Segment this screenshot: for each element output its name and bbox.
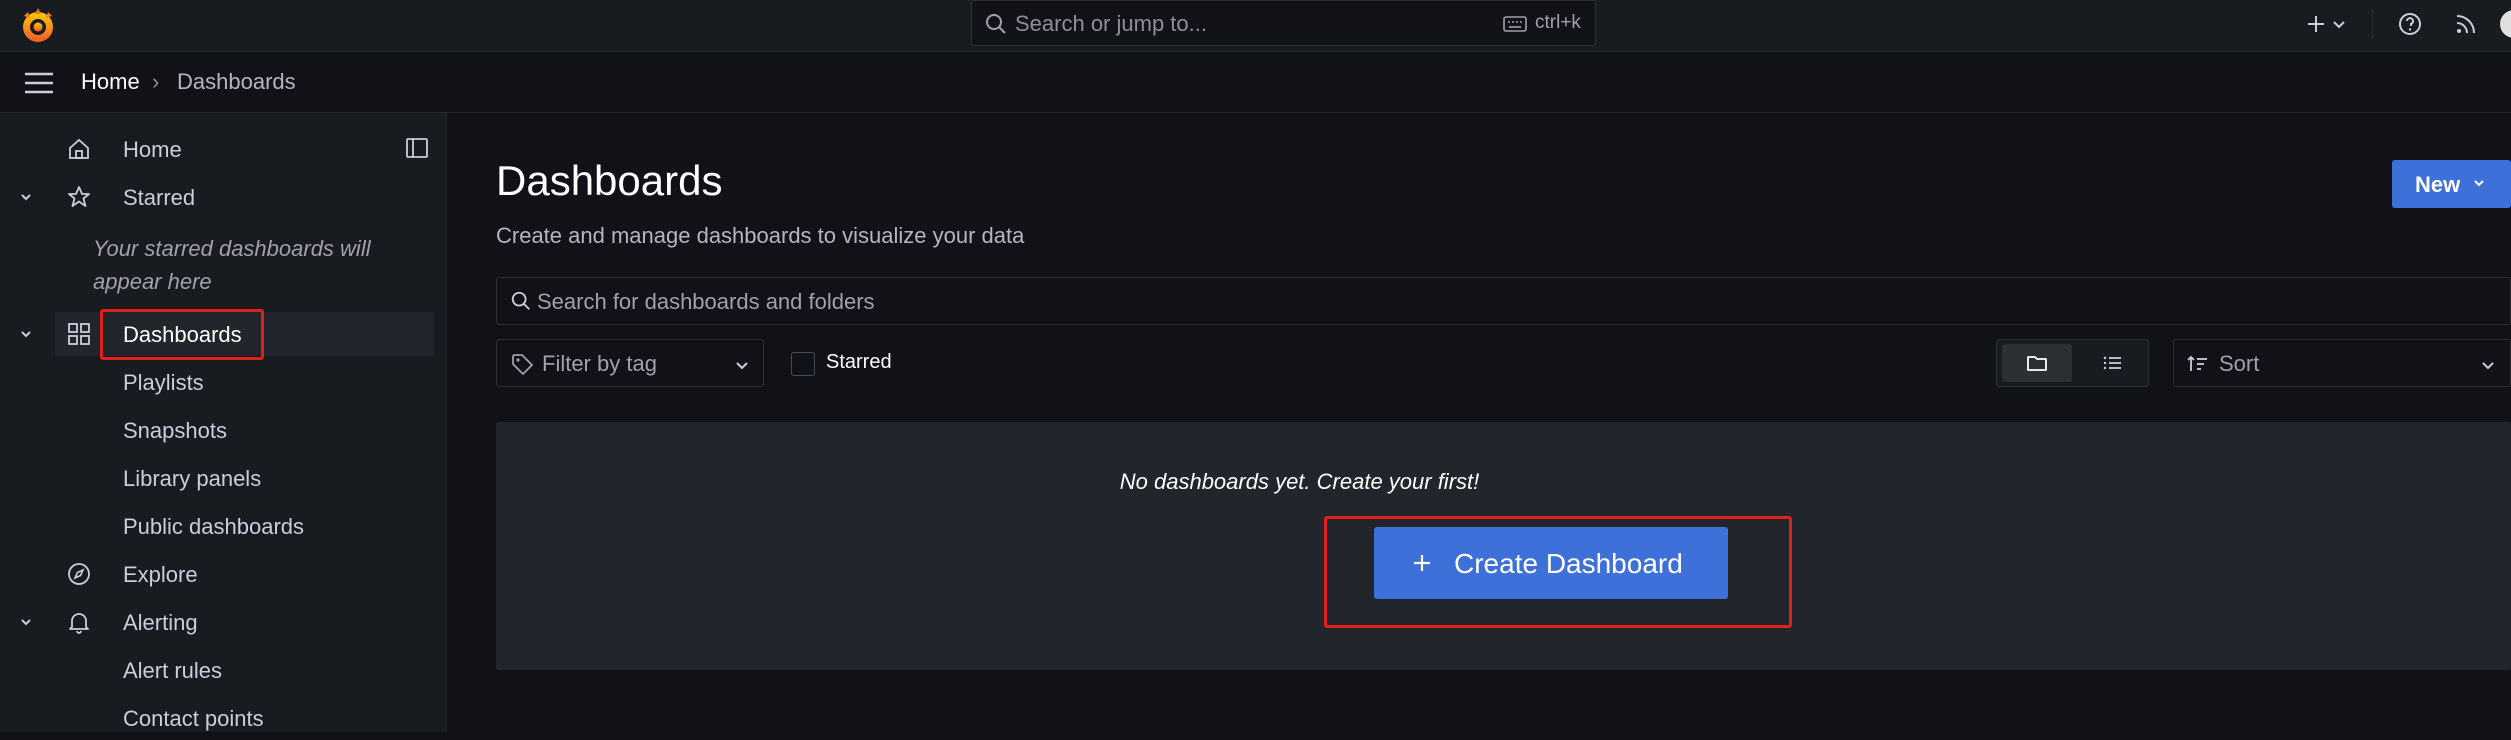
folder-icon xyxy=(2027,356,2047,371)
sidebar-item-label: Explore xyxy=(123,562,198,587)
dashboard-search-placeholder: Search for dashboards and folders xyxy=(537,289,875,314)
search-icon xyxy=(986,14,1006,34)
list-icon xyxy=(2103,356,2121,370)
highlight-box-create xyxy=(1324,516,1792,628)
sidebar-item-label: Starred xyxy=(123,185,196,210)
sidebar-item-label: Alerting xyxy=(123,610,198,635)
help-icon[interactable] xyxy=(2394,8,2426,40)
page-subtitle: Create and manage dashboards to visualiz… xyxy=(496,223,1025,248)
dashboard-search-input[interactable]: Search for dashboards and folders xyxy=(496,277,2511,325)
breadcrumb-bar: Home › Dashboards xyxy=(0,52,2511,113)
empty-state-message: No dashboards yet. Create your first! xyxy=(1119,469,1480,494)
sidebar-item-contact-points[interactable]: Contact points xyxy=(0,696,447,740)
chevron-down-icon xyxy=(2474,180,2484,187)
sidebar-item-label: Alert rules xyxy=(123,658,223,683)
starred-checkbox-label[interactable]: Starred xyxy=(826,351,892,374)
list-view-button[interactable] xyxy=(2082,344,2142,382)
breadcrumb-current: Dashboards xyxy=(177,69,296,94)
compass-icon xyxy=(68,563,90,585)
avatar[interactable] xyxy=(2500,10,2511,38)
global-search-placeholder: Search or jump to... xyxy=(1015,11,1207,36)
apps-icon xyxy=(68,323,90,345)
bell-icon xyxy=(69,613,89,634)
view-toggle xyxy=(1996,339,2149,387)
sort-label: Sort xyxy=(2219,351,2260,376)
rss-icon[interactable] xyxy=(2450,8,2482,40)
grafana-logo-icon[interactable] xyxy=(16,4,60,48)
sidebar-item-alerting[interactable]: Alerting xyxy=(0,600,447,644)
sidebar-item-label: Contact points xyxy=(123,706,264,731)
main-content: Dashboards Create and manage dashboards … xyxy=(448,113,2511,732)
sort-select[interactable]: Sort xyxy=(2173,339,2511,387)
sort-icon xyxy=(2187,355,2207,371)
chevron-down-icon[interactable] xyxy=(17,188,35,206)
sidebar: Home Starred Your starred dashboards wil… xyxy=(0,113,447,732)
home-icon xyxy=(69,138,89,159)
sidebar-item-explore[interactable]: Explore xyxy=(0,552,447,596)
new-button-label: New xyxy=(2415,172,2461,197)
new-button[interactable]: New xyxy=(2392,160,2511,208)
tag-icon xyxy=(512,354,533,375)
sidebar-item-public-dashboards[interactable]: Public dashboards xyxy=(0,504,447,548)
menu-icon[interactable] xyxy=(23,70,55,96)
chevron-down-icon xyxy=(736,362,748,370)
chevron-down-icon[interactable] xyxy=(2330,8,2348,40)
sidebar-item-dashboards-toggle[interactable] xyxy=(0,312,55,356)
sidebar-item-home[interactable]: Home xyxy=(0,127,447,171)
page-title: Dashboards xyxy=(496,157,723,204)
breadcrumb-home[interactable]: Home xyxy=(81,69,140,95)
sidebar-item-starred[interactable]: Starred xyxy=(0,175,447,219)
sidebar-item-label: Library panels xyxy=(123,466,262,491)
search-shortcut: ctrl+k xyxy=(1535,12,1581,33)
starred-empty-message: Your starred dashboards will appear here xyxy=(93,236,371,294)
empty-state-panel: No dashboards yet. Create your first! Cr… xyxy=(496,422,2511,670)
sidebar-item-playlists[interactable]: Playlists xyxy=(0,360,447,404)
top-bar: Search or jump to... ctrl+k xyxy=(0,0,2511,52)
sidebar-item-label: Snapshots xyxy=(123,418,227,443)
chevron-down-icon xyxy=(2482,362,2494,370)
sidebar-item-label: Public dashboards xyxy=(123,514,305,539)
sidebar-item-snapshots[interactable]: Snapshots xyxy=(0,408,447,452)
global-search-input[interactable]: Search or jump to... ctrl+k xyxy=(971,0,1596,46)
starred-checkbox[interactable] xyxy=(791,352,815,376)
highlight-box-dashboards xyxy=(100,309,264,360)
keyboard-icon xyxy=(1503,16,1527,32)
search-icon xyxy=(511,291,530,310)
tag-filter-select[interactable]: Filter by tag xyxy=(496,339,764,387)
sidebar-item-label: Home xyxy=(123,137,182,162)
chevron-down-icon[interactable] xyxy=(17,325,35,343)
plus-icon[interactable] xyxy=(2300,8,2332,40)
star-icon xyxy=(68,186,90,207)
sidebar-item-label: Playlists xyxy=(123,370,204,395)
folder-view-button[interactable] xyxy=(2002,344,2072,382)
sidebar-item-library-panels[interactable]: Library panels xyxy=(0,456,447,500)
breadcrumb-separator: › xyxy=(152,69,160,94)
tag-filter-placeholder: Filter by tag xyxy=(542,351,657,376)
toolbar-divider xyxy=(2372,10,2373,38)
sidebar-item-alert-rules[interactable]: Alert rules xyxy=(0,648,447,692)
chevron-down-icon[interactable] xyxy=(17,613,35,631)
